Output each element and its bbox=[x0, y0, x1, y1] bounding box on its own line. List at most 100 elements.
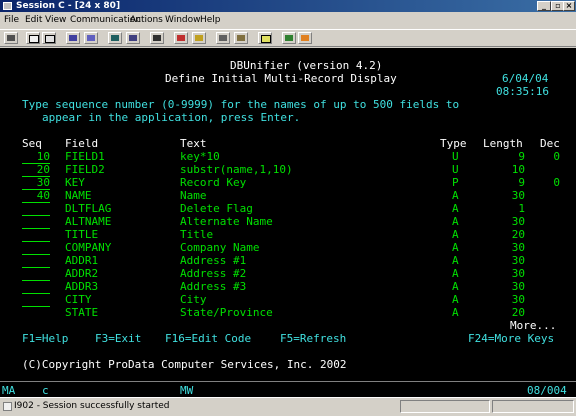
seq-input[interactable] bbox=[22, 267, 50, 268]
seq-input[interactable]: 30 bbox=[22, 176, 50, 190]
time: 08:35:16 bbox=[496, 85, 549, 98]
field-length: 30 bbox=[511, 254, 525, 267]
field-length: 30 bbox=[511, 293, 525, 306]
menu-actions[interactable]: Actions bbox=[130, 15, 163, 25]
seq-input[interactable] bbox=[22, 241, 50, 242]
field-dec: 0 bbox=[553, 176, 560, 189]
terminal-screen[interactable]: DBUnifier (version 4.2) Define Initial M… bbox=[0, 48, 576, 381]
menu-bar: File Edit View Communication Actions Win… bbox=[0, 12, 576, 29]
instruction-line-2: appear in the application, press Enter. bbox=[42, 111, 301, 124]
field-text: Name bbox=[180, 189, 207, 202]
seq-input[interactable]: 40 bbox=[22, 189, 50, 203]
field-length: 9 bbox=[518, 150, 525, 163]
menu-edit[interactable]: Edit bbox=[25, 15, 42, 25]
seq-input[interactable] bbox=[22, 202, 50, 203]
field-name: STATE bbox=[65, 306, 99, 319]
menu-help[interactable]: Help bbox=[200, 15, 221, 25]
title-bar[interactable]: Session C - [24 x 80] _ ▫ × bbox=[0, 0, 576, 12]
field-name: KEY bbox=[65, 176, 85, 189]
notes-icon[interactable] bbox=[258, 32, 272, 44]
field-dec: 0 bbox=[553, 150, 560, 163]
field-type: U bbox=[452, 150, 459, 163]
fkey-exit[interactable]: F3=Exit bbox=[95, 332, 141, 345]
print-icon[interactable] bbox=[4, 32, 18, 44]
paste-icon[interactable] bbox=[42, 32, 56, 44]
operator-info-area: MA c MW 08/004 bbox=[0, 381, 576, 398]
copy-icon[interactable] bbox=[26, 32, 40, 44]
page-title: Define Initial Multi-Record Display bbox=[165, 72, 397, 85]
menu-view[interactable]: View bbox=[45, 15, 66, 25]
seq-input[interactable] bbox=[22, 228, 50, 229]
clipboard-icon[interactable] bbox=[234, 32, 248, 44]
field-type: P bbox=[452, 176, 459, 189]
toolbar bbox=[0, 29, 576, 47]
field-text: key*10 bbox=[180, 150, 220, 163]
seq-input[interactable]: 20 bbox=[22, 163, 50, 177]
seq-input[interactable] bbox=[22, 280, 50, 281]
cursor-position: 08/004 bbox=[527, 384, 567, 397]
field-length: 9 bbox=[518, 176, 525, 189]
field-name: DLTFLAG bbox=[65, 202, 112, 215]
instruction-line-1: Type sequence number (0-9999) for the na… bbox=[22, 98, 460, 111]
seq-input[interactable] bbox=[22, 215, 50, 216]
menu-file[interactable]: File bbox=[4, 15, 19, 25]
status-message: I902 - Session successfully started bbox=[14, 401, 170, 411]
oia-mw: MW bbox=[180, 384, 194, 397]
seq-input[interactable] bbox=[22, 254, 50, 255]
field-type: A bbox=[452, 254, 459, 267]
field-type: A bbox=[452, 215, 459, 228]
menu-window[interactable]: Window bbox=[165, 15, 201, 25]
seq-input[interactable]: 10 bbox=[22, 150, 50, 164]
status-panel-1 bbox=[400, 400, 490, 413]
copyright: (C)Copyright ProData Computer Services, … bbox=[22, 358, 347, 371]
field-type: A bbox=[452, 202, 459, 215]
field-type: A bbox=[452, 293, 459, 306]
oia-status-left: MA bbox=[2, 384, 16, 397]
map-icon[interactable] bbox=[282, 32, 296, 44]
field-length: 20 bbox=[511, 306, 525, 319]
field-name: FIELD2 bbox=[65, 163, 105, 176]
fkey-help[interactable]: F1=Help bbox=[22, 332, 68, 345]
status-panel-2 bbox=[492, 400, 574, 413]
session-icon bbox=[3, 2, 12, 10]
color-icon[interactable] bbox=[126, 32, 140, 44]
close-button[interactable]: × bbox=[563, 1, 575, 11]
display-icon[interactable] bbox=[108, 32, 122, 44]
macro-play-icon[interactable] bbox=[192, 32, 206, 44]
field-name: ADDR3 bbox=[65, 280, 99, 293]
macro-stop-icon[interactable] bbox=[216, 32, 230, 44]
field-length: 30 bbox=[511, 241, 525, 254]
receive-icon[interactable] bbox=[84, 32, 98, 44]
field-type: A bbox=[452, 306, 459, 319]
field-length: 30 bbox=[511, 280, 525, 293]
app-title: DBUnifier (version 4.2) bbox=[230, 59, 383, 72]
field-text: Address #2 bbox=[180, 267, 247, 280]
seq-input[interactable] bbox=[22, 293, 50, 294]
field-text: City bbox=[180, 293, 207, 306]
header-field: Field bbox=[65, 137, 99, 150]
status-icon bbox=[3, 402, 12, 411]
fkey-more-keys[interactable]: F24=More Keys bbox=[468, 332, 554, 345]
header-seq: Seq bbox=[22, 137, 42, 150]
field-text: Title bbox=[180, 228, 214, 241]
field-text: substr(name,1,10) bbox=[180, 163, 293, 176]
field-length: 30 bbox=[511, 189, 525, 202]
header-length: Length bbox=[483, 137, 523, 150]
seq-input[interactable] bbox=[22, 306, 50, 307]
keyboard-icon[interactable] bbox=[150, 32, 164, 44]
field-text: Delete Flag bbox=[180, 202, 253, 215]
send-icon[interactable] bbox=[66, 32, 80, 44]
header-dec: Dec bbox=[540, 137, 560, 150]
field-name: ADDR2 bbox=[65, 267, 99, 280]
field-type: A bbox=[452, 228, 459, 241]
field-type: A bbox=[452, 280, 459, 293]
settings-icon[interactable] bbox=[298, 32, 312, 44]
field-name: NAME bbox=[65, 189, 92, 202]
status-bar: I902 - Session successfully started bbox=[0, 397, 576, 416]
field-length: 1 bbox=[518, 202, 525, 215]
fkey-edit-code[interactable]: F16=Edit Code bbox=[165, 332, 251, 345]
minimize-button[interactable]: _ bbox=[537, 1, 551, 11]
macro-record-icon[interactable] bbox=[174, 32, 188, 44]
fkey-refresh[interactable]: F5=Refresh bbox=[280, 332, 346, 345]
field-name: ALTNAME bbox=[65, 215, 112, 228]
